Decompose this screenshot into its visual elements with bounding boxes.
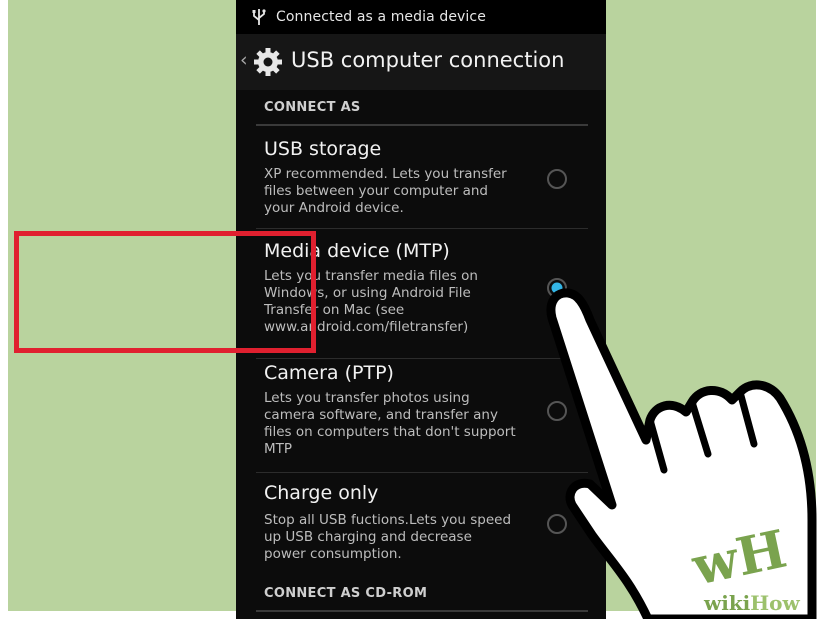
option-description-line: files between your computer and	[264, 183, 488, 199]
wikihow-watermark: wikiHow	[704, 591, 800, 615]
wiki-text: wiki	[704, 591, 751, 615]
option-usb-storage[interactable]: USB storage XP recommended. Lets you tra…	[236, 130, 606, 228]
option-description-line: power consumption.	[264, 546, 402, 562]
option-charge-only[interactable]: Charge only Stop all USB fuctions.Lets y…	[236, 476, 606, 578]
list-divider	[256, 228, 588, 229]
option-title: USB storage	[264, 138, 382, 160]
option-description-line: Lets you transfer photos using	[264, 390, 470, 406]
option-description: Stop all USB fuctions.Lets you speed up …	[264, 512, 532, 563]
status-bar: Connected as a media device	[236, 0, 606, 34]
option-description: Lets you transfer photos using camera so…	[264, 390, 532, 458]
radio-button[interactable]	[547, 514, 567, 534]
option-title: Charge only	[264, 482, 379, 504]
section-header-connect-as-cdrom: CONNECT AS CD-ROM	[264, 586, 428, 601]
logo-text: wH	[686, 519, 792, 590]
option-description-line: your Android device.	[264, 200, 404, 216]
section-header-connect-as: CONNECT AS	[264, 100, 361, 115]
gear-icon[interactable]	[252, 46, 284, 78]
list-divider	[256, 358, 588, 359]
option-description: XP recommended. Lets you transfer files …	[264, 166, 532, 217]
section-divider	[256, 610, 588, 612]
radio-button-selected[interactable]	[547, 278, 567, 298]
option-description-line: camera software, and transfer any	[264, 407, 498, 423]
option-camera[interactable]: Camera (PTP) Lets you transfer photos us…	[236, 360, 606, 472]
wikihow-logo-icon: wH	[686, 519, 792, 590]
option-title: Camera (PTP)	[264, 362, 394, 384]
screenshot-stage: Connected as a media device ‹ USB comput…	[0, 0, 822, 619]
usb-icon	[252, 9, 266, 25]
list-divider	[256, 472, 588, 473]
option-description-line: files on computers that don't support	[264, 424, 516, 440]
option-description-line: MTP	[264, 441, 293, 457]
how-text: How	[750, 591, 800, 615]
page-title: USB computer connection	[291, 48, 565, 72]
option-description-line: XP recommended. Lets you transfer	[264, 166, 507, 182]
highlight-box	[14, 231, 316, 353]
radio-button[interactable]	[547, 401, 567, 421]
action-bar: ‹ USB computer connection	[236, 34, 606, 90]
section-divider	[256, 124, 588, 126]
status-text: Connected as a media device	[276, 9, 486, 25]
chevron-left-icon[interactable]: ‹	[240, 49, 248, 71]
radio-button[interactable]	[547, 169, 567, 189]
option-description-line: up USB charging and decrease	[264, 529, 472, 545]
option-description-line: Stop all USB fuctions.Lets you speed	[264, 512, 512, 528]
